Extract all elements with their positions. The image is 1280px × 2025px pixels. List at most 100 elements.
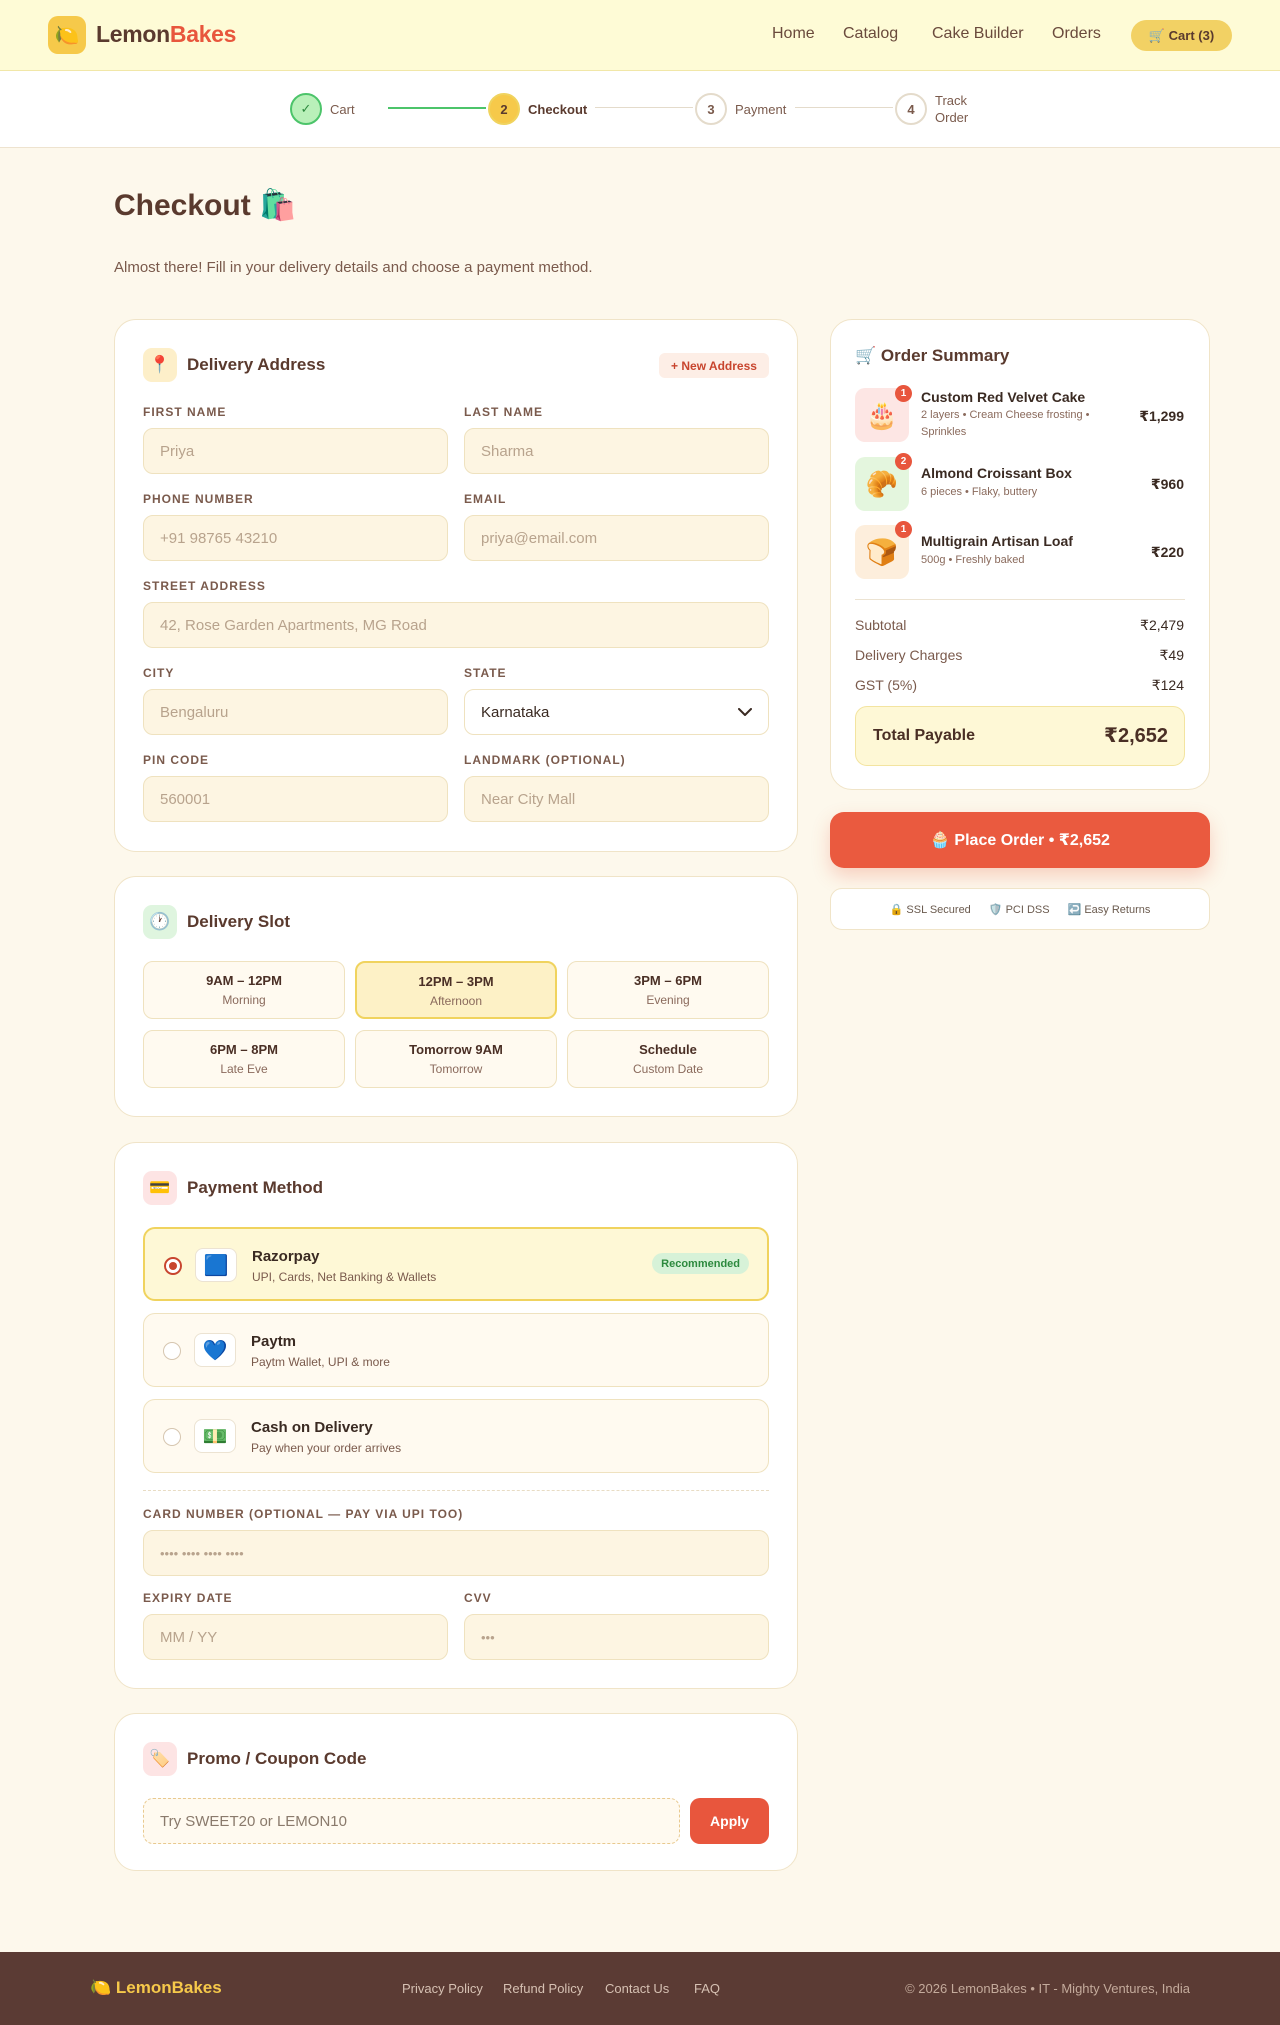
phone-label: PHONE NUMBER [143, 492, 254, 506]
qty-badge: 1 [895, 385, 912, 402]
subtotal-value: ₹2,479 [1140, 617, 1184, 633]
section-divider [143, 1490, 769, 1491]
payment-desc: Pay when your order arrives [251, 1441, 402, 1455]
step-2-marker[interactable]: 2 [488, 93, 520, 125]
brand-logo[interactable]: LemonBakes [96, 21, 236, 48]
slot-option[interactable]: Schedule Custom Date [567, 1030, 769, 1088]
step-2-label: Checkout [528, 102, 588, 117]
nav-orders[interactable]: Orders [1052, 25, 1101, 43]
slot-sub: Evening [646, 993, 690, 1007]
street-label: STREET ADDRESS [143, 579, 266, 593]
radio-unselected[interactable] [163, 1342, 181, 1360]
footer: 🍋 LemonBakes Privacy Policy Refund Polic… [0, 1952, 1280, 2025]
item-price: ₹220 [1150, 544, 1184, 560]
checkout-stepper [0, 71, 1280, 148]
card-number-label: CARD NUMBER (OPTIONAL — PAY VIA UPI TOO) [143, 1507, 464, 1521]
state-select-value: Karnataka [481, 703, 550, 721]
cvv-input[interactable]: ••• [464, 1614, 769, 1660]
pin-code-input[interactable]: 560001 [143, 776, 448, 822]
order-summary-title: 🛒 Order Summary [855, 346, 1010, 365]
promo-code-input[interactable]: Try SWEET20 or LEMON10 [143, 1798, 680, 1844]
page-title: Checkout 🛍️ [114, 189, 297, 222]
slot-sub: Morning [222, 993, 266, 1007]
cart-button[interactable]: 🛒 Cart (3) [1131, 20, 1232, 51]
delivery-address-title: Delivery Address [187, 355, 326, 374]
slot-option-selected[interactable]: 12PM – 3PM Afternoon [355, 961, 557, 1019]
lemon-icon[interactable]: 🍋 [48, 16, 86, 54]
first-name-label: FIRST NAME [143, 405, 227, 419]
slot-sub: Late Eve [220, 1062, 268, 1076]
slot-sub: Custom Date [632, 1062, 704, 1076]
slot-sub: Afternoon [429, 994, 483, 1008]
razorpay-icon: 🟦 [195, 1248, 237, 1282]
expiry-input[interactable]: MM / YY [143, 1614, 448, 1660]
landmark-label: LANDMARK (OPTIONAL) [464, 753, 626, 767]
item-name: Almond Croissant Box [921, 465, 1072, 481]
payment-option-cod[interactable]: 💵 Cash on Delivery Pay when your order a… [143, 1399, 769, 1473]
city-label: CITY [143, 666, 175, 680]
last-name-input[interactable]: Sharma [464, 428, 769, 474]
total-value: ₹2,652 [1104, 725, 1168, 747]
footer-link-privacy[interactable]: Privacy Policy [402, 1981, 483, 1996]
last-name-label: LAST NAME [464, 405, 543, 419]
total-payable-box: Total Payable ₹2,652 [855, 706, 1185, 766]
step-connector-2 [595, 107, 693, 108]
footer-logo[interactable]: 🍋 LemonBakes [90, 1978, 222, 1998]
footer-link-contact[interactable]: Contact Us [605, 1981, 669, 1996]
delivery-value: ₹49 [1159, 647, 1184, 663]
slot-option[interactable]: 6PM – 8PM Late Eve [143, 1030, 345, 1088]
card-number-input[interactable]: •••• •••• •••• •••• [143, 1530, 769, 1576]
item-desc: 500g • Freshly baked [921, 554, 1025, 566]
landmark-input[interactable]: Near City Mall [464, 776, 769, 822]
footer-link-refund[interactable]: Refund Policy [503, 1981, 583, 1996]
item-price: ₹1,299 [1139, 408, 1184, 424]
phone-input[interactable]: +91 98765 43210 [143, 515, 448, 561]
radio-unselected[interactable] [163, 1428, 181, 1446]
street-input[interactable]: 42, Rose Garden Apartments, MG Road [143, 602, 769, 648]
payment-name: Cash on Delivery [251, 1419, 373, 1436]
step-3-marker[interactable]: 3 [695, 93, 727, 125]
item-name: Multigrain Artisan Loaf [921, 533, 1073, 549]
gst-value: ₹124 [1151, 677, 1184, 693]
slot-option[interactable]: 3PM – 6PM Evening [567, 961, 769, 1019]
apply-button[interactable]: Apply [690, 1798, 769, 1844]
step-1-label: Cart [330, 102, 355, 117]
step-3-label: Payment [735, 102, 787, 117]
state-select[interactable]: Karnataka [464, 689, 769, 735]
slot-time: 3PM – 6PM [634, 973, 702, 988]
summary-divider [855, 599, 1185, 600]
nav-catalog[interactable]: Catalog [843, 25, 898, 43]
footer-link-faq[interactable]: FAQ [694, 1981, 720, 1996]
slot-option[interactable]: 9AM – 12PM Morning [143, 961, 345, 1019]
step-4-marker[interactable]: 4 [895, 93, 927, 125]
nav-home[interactable]: Home [772, 25, 815, 43]
slot-time: 12PM – 3PM [418, 974, 494, 989]
payment-name: Paytm [251, 1333, 297, 1350]
step-1-check-icon[interactable]: ✓ [290, 93, 322, 125]
new-address-button[interactable]: + New Address [659, 353, 769, 378]
nav-cake-builder[interactable]: Cake Builder [932, 25, 1024, 43]
qty-badge: 2 [895, 453, 912, 470]
trust-badges: 🔒 SSL Secured 🛡️ PCI DSS ↩️ Easy Returns [830, 888, 1210, 930]
clock-icon: 🕐 [143, 905, 177, 939]
returns-icon: ↩️ Easy Returns [1067, 903, 1151, 916]
item-desc: 2 layers • Cream Cheese frosting • Sprin… [921, 409, 1090, 438]
slot-time: 6PM – 8PM [210, 1042, 278, 1057]
step-connector-3 [795, 107, 893, 108]
payment-name: Razorpay [252, 1248, 320, 1265]
subtotal-label: Subtotal [855, 617, 907, 633]
radio-selected[interactable] [164, 1257, 182, 1275]
place-order-button[interactable]: 🧁 Place Order • ₹2,652 [830, 812, 1210, 868]
payment-option-razorpay[interactable]: 🟦 Razorpay UPI, Cards, Net Banking & Wal… [143, 1227, 769, 1301]
page-subtitle: Almost there! Fill in your delivery deta… [114, 259, 593, 276]
gst-label: GST (5%) [855, 677, 917, 693]
cvv-label: CVV [464, 1591, 492, 1605]
first-name-input[interactable]: Priya [143, 428, 448, 474]
city-input[interactable]: Bengaluru [143, 689, 448, 735]
slot-option[interactable]: Tomorrow 9AM Tomorrow [355, 1030, 557, 1088]
email-label: EMAIL [464, 492, 507, 506]
cash-icon: 💵 [194, 1419, 236, 1453]
slot-time: 9AM – 12PM [206, 973, 282, 988]
payment-option-paytm[interactable]: 💙 Paytm Paytm Wallet, UPI & more [143, 1313, 769, 1387]
email-input[interactable]: priya@email.com [464, 515, 769, 561]
